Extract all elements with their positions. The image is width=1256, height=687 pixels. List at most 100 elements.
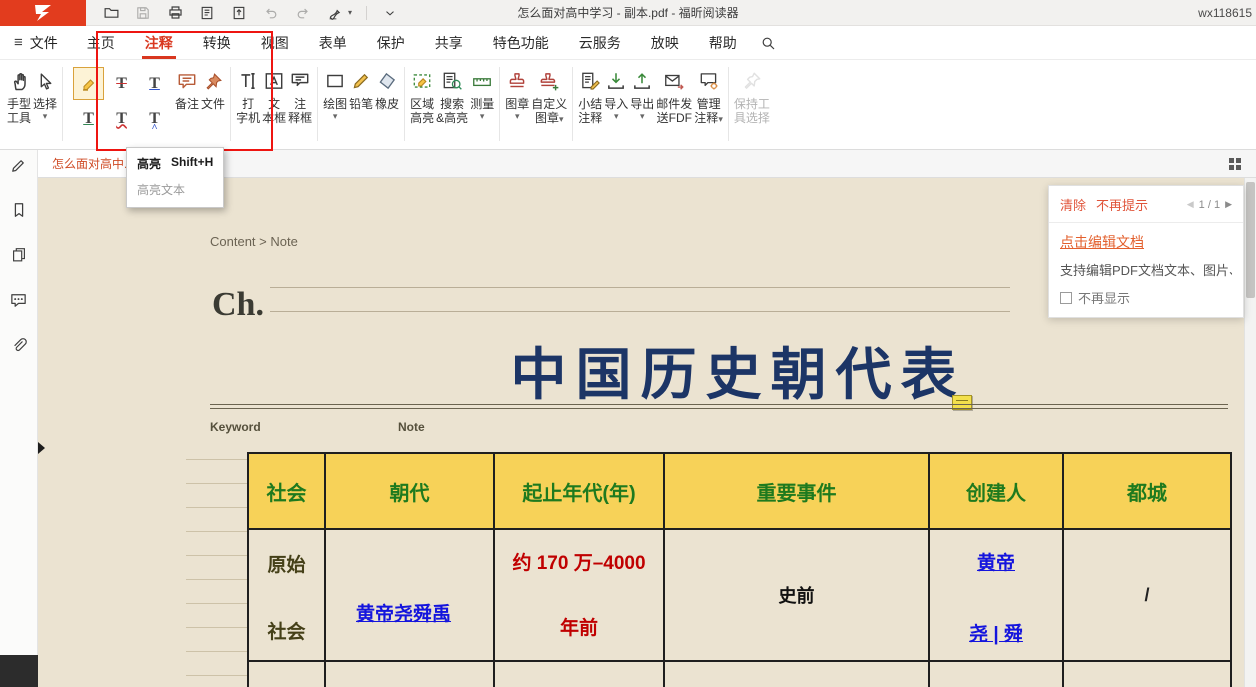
measure-caret-icon[interactable]: ▾ <box>480 111 485 121</box>
panel-expander-handle[interactable] <box>38 442 45 454</box>
customize-toolbar-chevron-icon[interactable] <box>381 4 399 22</box>
user-account[interactable]: wx118615 <box>1198 0 1252 26</box>
hamburger-icon: ≡ <box>14 34 23 51</box>
annotate-pencil-icon[interactable] <box>7 153 31 177</box>
callout-button[interactable]: 注释框 <box>287 63 313 125</box>
manage-comments-button[interactable]: 管理注释▾ <box>693 63 724 125</box>
hand-tool-label: 手型工具 <box>7 97 31 125</box>
search-highlight-button[interactable]: 搜索&高亮 <box>435 63 469 125</box>
pager-next-icon[interactable]: ▶ <box>1225 199 1232 210</box>
print-icon[interactable] <box>166 4 184 22</box>
tab-protect[interactable]: 保护 <box>362 26 420 59</box>
table-row <box>249 662 1230 687</box>
ribbon-separator <box>572 67 573 141</box>
edit-description: 支持编辑PDF文档文本、图片、表单 <box>1060 260 1232 279</box>
area-highlight-button[interactable]: 区域高亮 <box>409 63 435 125</box>
measure-button[interactable]: 测量 ▾ <box>469 63 495 121</box>
signature-tool-caret-icon[interactable]: ▾ <box>348 8 352 17</box>
tab-cloud[interactable]: 云服务 <box>564 26 636 59</box>
stamp-caret-icon[interactable]: ▾ <box>515 111 520 121</box>
import-label: 导入 <box>604 97 628 111</box>
custom-stamp-caret-icon[interactable]: ▾ <box>559 114 564 124</box>
tab-play[interactable]: 放映 <box>636 26 694 59</box>
vertical-scrollbar[interactable] <box>1244 178 1256 687</box>
dynasty-link[interactable]: 黄帝尧舜禹 <box>356 599 451 626</box>
founder-link-2[interactable]: 尧 | 舜 <box>969 619 1023 646</box>
checkbox-box[interactable] <box>1060 292 1072 304</box>
select-tool-button[interactable]: 选择 ▾ <box>32 63 58 121</box>
typewriter-label: 打字机 <box>236 97 260 125</box>
ribbon-separator <box>317 67 318 141</box>
dont-show-checkbox[interactable]: 不再显示 <box>1060 288 1232 307</box>
textbox-button[interactable]: 文本框 <box>261 63 287 125</box>
double-rule <box>210 404 1228 409</box>
export-caret-icon[interactable]: ▾ <box>640 111 645 121</box>
pager-prev-icon[interactable]: ◀ <box>1187 199 1194 210</box>
email-fdf-button[interactable]: 邮件发送FDF <box>655 63 693 125</box>
file-menu[interactable]: ≡ 文件 <box>14 26 72 59</box>
clear-button[interactable]: 清除 <box>1060 195 1086 214</box>
tab-home[interactable]: 主页 <box>72 26 130 59</box>
note-label: 备注 <box>175 97 199 111</box>
import-caret-icon[interactable]: ▾ <box>614 111 619 121</box>
ruler-icon <box>471 65 493 97</box>
eraser-button[interactable]: 橡皮 <box>374 63 400 111</box>
hand-tool-button[interactable]: 手型工具 <box>6 63 32 125</box>
strikeout-tool-button[interactable]: T <box>106 67 137 100</box>
note-button[interactable]: 备注 <box>174 63 200 111</box>
tab-grid-icon[interactable] <box>1228 150 1256 177</box>
undo-icon[interactable] <box>262 4 280 22</box>
summarize-comments-button[interactable]: 小结注释 <box>577 63 603 125</box>
tab-help[interactable]: 帮助 <box>694 26 752 59</box>
tab-share[interactable]: 共享 <box>420 26 478 59</box>
toolbar-separator <box>366 6 367 20</box>
comment-ribbon: 手型工具 选择 ▾ T T T T T 备注 文件 打字机 文本框 注释框 <box>0 60 1256 150</box>
typewriter-icon <box>237 65 259 97</box>
tab-features[interactable]: 特色功能 <box>478 26 564 59</box>
foxit-logo[interactable] <box>0 0 86 26</box>
pencil-button[interactable]: 铅笔 <box>348 63 374 111</box>
bookmarks-panel-icon[interactable] <box>7 198 31 222</box>
signature-tool-icon[interactable] <box>326 4 344 22</box>
select-caret-icon[interactable]: ▾ <box>43 111 48 121</box>
stamp-button[interactable]: 图章 ▾ <box>504 63 530 121</box>
history-table: 社会 朝代 起止年代(年) 重要事件 创建人 都城 原始 社会 黄帝尧舜禹 约 … <box>247 452 1232 687</box>
redo-icon[interactable] <box>294 4 312 22</box>
tab-convert[interactable]: 转换 <box>188 26 246 59</box>
custom-stamp-button[interactable]: 自定义图章▾ <box>530 63 568 125</box>
comments-panel-icon[interactable] <box>7 288 31 312</box>
tab-form[interactable]: 表单 <box>304 26 362 59</box>
pages-panel-icon[interactable] <box>7 243 31 267</box>
scrollbar-thumb[interactable] <box>1246 182 1255 298</box>
manage-caret-icon[interactable]: ▾ <box>718 114 723 124</box>
highlight-tool-button[interactable] <box>73 67 104 100</box>
dismiss-button[interactable]: 不再提示 <box>1096 195 1148 214</box>
typewriter-button[interactable]: 打字机 <box>235 63 261 125</box>
print-page-icon[interactable] <box>198 4 216 22</box>
open-file-icon[interactable] <box>102 4 120 22</box>
founder-link-1[interactable]: 黄帝 <box>977 548 1015 575</box>
summarize-icon <box>579 65 601 97</box>
ribbon-separator <box>404 67 405 141</box>
save-icon[interactable] <box>134 4 152 22</box>
tab-view[interactable]: 视图 <box>246 26 304 59</box>
edit-document-link[interactable]: 点击编辑文档 <box>1060 232 1144 252</box>
underline-tool-button[interactable]: T <box>139 67 170 100</box>
export-page-icon[interactable] <box>230 4 248 22</box>
attachments-panel-icon[interactable] <box>7 333 31 357</box>
callout-label: 注释框 <box>288 97 312 125</box>
squiggly-tool-button[interactable]: T <box>106 102 137 135</box>
file-menu-label: 文件 <box>30 33 58 53</box>
search-icon[interactable] <box>752 26 784 59</box>
tab-comment[interactable]: 注释 <box>130 26 188 59</box>
page-title: 中国历史朝代表 <box>478 330 998 411</box>
import-comments-button[interactable]: 导入 ▾ <box>603 63 629 121</box>
ribbon-separator <box>62 67 63 141</box>
insert-text-tool-button[interactable]: T <box>139 102 170 135</box>
drawing-button[interactable]: 绘图 ▾ <box>322 63 348 121</box>
underline2-tool-button[interactable]: T <box>73 102 104 135</box>
drawing-caret-icon[interactable]: ▾ <box>333 111 338 121</box>
file-attachment-button[interactable]: 文件 <box>200 63 226 111</box>
export-comments-button[interactable]: 导出 ▾ <box>629 63 655 121</box>
keep-tool-selected-button[interactable]: 保持工具选择 <box>733 63 771 125</box>
